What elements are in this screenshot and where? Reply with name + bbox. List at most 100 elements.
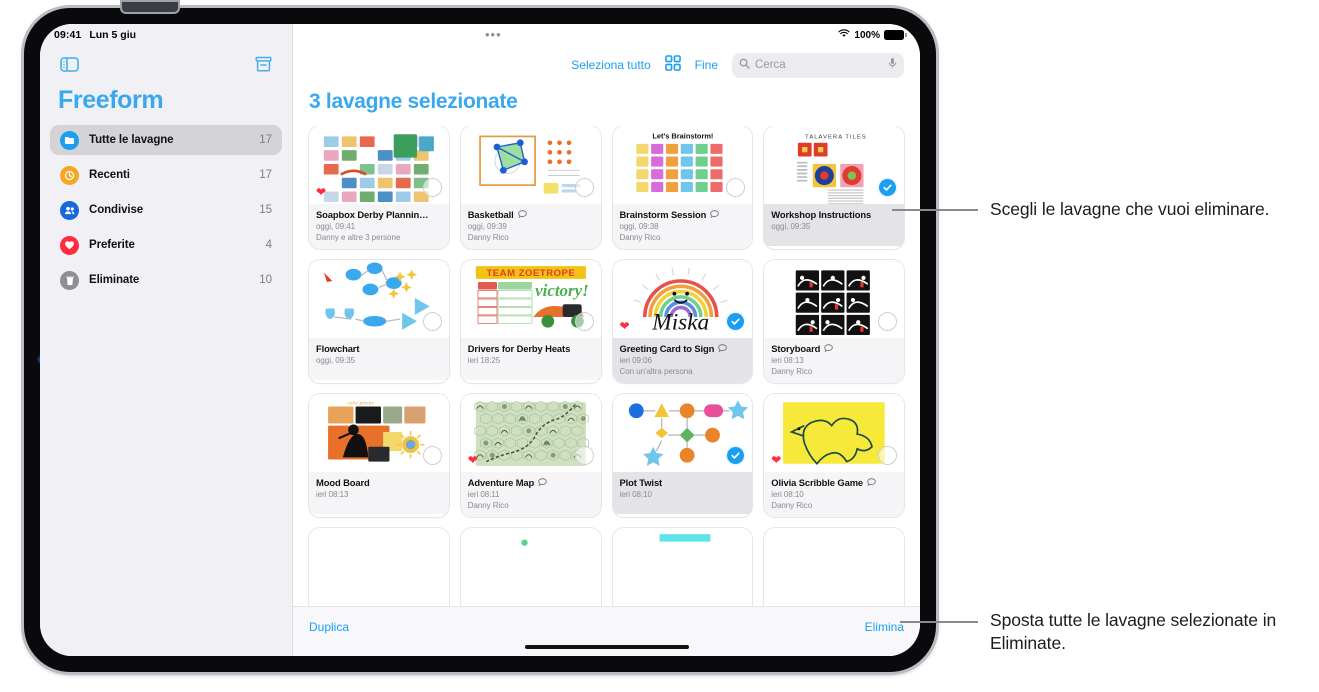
board-title-row: Soapbox Derby Plannin… [316,209,442,220]
board-title-row: Mood Board [316,477,442,488]
board-thumbnail[interactable] [764,260,904,338]
favorite-heart-icon: ❤ [771,453,782,467]
board-thumbnail[interactable]: ❤ [309,126,449,204]
grid-view-icon[interactable] [664,54,681,76]
sidebar-list: Tutte le lavagne 17 Recenti 17 Condivise… [40,125,292,295]
delete-button[interactable]: Elimina [865,620,904,634]
sidebar-item-recent[interactable]: Recenti 17 [50,160,282,190]
sidebar-toggle-icon[interactable] [58,54,80,74]
duplicate-button[interactable]: Duplica [309,620,349,634]
board-card[interactable]: Basketball oggi, 09:39 Danny Rico [460,126,601,249]
selection-circle-icon[interactable] [574,178,594,197]
board-thumbnail[interactable]: TEAM ZOETROPE victory! [460,260,601,338]
status-date: Lun 5 giu [89,29,137,41]
boards-scroll-area[interactable]: ❤ Soapbox Derby Plannin… oggi, 09:41 Dan… [293,126,920,656]
board-thumbnail[interactable]: Miska ❤ [612,260,753,338]
selection-circle-icon[interactable] [574,312,594,331]
board-card[interactable]: Plot Twist ieri 08:10 [612,394,753,517]
board-thumbnail[interactable] [460,126,601,204]
multitask-dots-icon[interactable]: ••• [485,28,502,41]
board-card[interactable]: Storyboard ieri 08:13 Danny Rico [764,260,904,383]
selection-circle-icon[interactable] [574,446,594,465]
search-field[interactable]: Cerca [732,52,904,78]
board-card[interactable]: TALAVERA TILES Workshop Instructions ogg… [764,126,904,249]
svg-text:victory!: victory! [535,281,589,300]
sidebar-item-label: Eliminate [89,274,140,286]
done-button[interactable]: Fine [695,58,718,72]
board-info: Plot Twist ieri 08:10 [612,472,753,514]
callout-top: Scegli le lavagne che vuoi eliminare. [990,199,1270,219]
comment-bubble-icon [824,343,833,354]
comment-bubble-icon [718,343,728,354]
board-thumbnail[interactable] [309,260,449,338]
sidebar-item-count: 15 [259,204,272,216]
board-info: Greeting Card to Sign ieri 09:06 Con un'… [612,338,753,383]
main-toolbar: Seleziona tutto Fine Cerca [293,46,920,84]
search-input[interactable]: Cerca [755,59,883,71]
board-thumbnail[interactable] [612,394,753,472]
sidebar: 09:41 Lun 5 giu Freeform Tutte le lavagn… [40,24,293,656]
board-date: oggi, 09:38 [619,222,659,231]
selection-circle-icon[interactable] [878,446,897,465]
selection-checkmark-icon[interactable] [878,178,897,197]
selection-circle-icon[interactable] [878,312,897,331]
trash-icon [60,270,79,290]
home-indicator[interactable] [524,645,689,649]
board-thumbnail[interactable]: ❤ [460,394,601,472]
board-date: ieri 08:10 [619,490,652,499]
sidebar-item-count: 4 [265,239,272,251]
app-title: Freeform [58,86,164,114]
selection-circle-icon[interactable] [422,178,442,197]
board-card[interactable]: color palette Mood Board ieri 08:13 [309,394,449,517]
board-title-row: Greeting Card to Sign [620,343,746,354]
board-thumbnail[interactable]: Let's Brainstorm! [612,126,753,204]
archive-box-icon[interactable] [252,54,274,74]
board-info: Storyboard ieri 08:13 Danny Rico [764,338,904,383]
svg-text:TALAVERA TILES: TALAVERA TILES [805,135,867,141]
board-card[interactable]: Let's Brainstorm! Brainstorm Session ogg… [612,126,753,249]
sidebar-item-deleted[interactable]: Eliminate 10 [50,265,282,295]
board-title-row: Plot Twist [620,477,746,488]
board-people: Danny Rico [467,501,509,510]
board-title: Mood Board [316,477,370,488]
board-date: ieri 08:13 [771,356,804,365]
board-info: Adventure Map ieri 08:11 Danny Rico [460,472,601,517]
sidebar-item-label: Recenti [89,169,130,181]
board-card[interactable]: Miska ❤ Greeting Card to Sign ieri 09:06… [612,260,753,383]
status-bar-left: 09:41 Lun 5 giu [40,24,292,46]
board-thumbnail[interactable] [612,528,753,606]
selection-circle-icon[interactable] [422,446,442,465]
board-card[interactable]: Flowchart oggi, 09:35 [309,260,449,383]
board-thumbnail[interactable] [309,528,449,606]
board-title: Soapbox Derby Plannin… [316,209,429,220]
sidebar-item-favorites[interactable]: Preferite 4 [50,230,282,260]
board-thumbnail[interactable]: TALAVERA TILES [764,126,904,204]
board-people: Danny Rico [467,233,509,242]
people-icon [60,200,79,220]
svg-text:color palette: color palette [347,400,374,406]
board-title-row: Workshop Instructions [771,209,897,220]
board-thumbnail[interactable] [764,528,904,606]
all-boards-icon [60,130,79,150]
callout-leader-line-bottom [900,621,978,623]
status-indicators: 100% [838,29,907,41]
board-thumbnail[interactable] [460,528,601,606]
board-thumbnail[interactable]: ❤ [764,394,904,472]
board-title: Plot Twist [619,477,663,488]
microphone-icon[interactable] [888,56,897,74]
board-info: Workshop Instructions oggi, 09:35 [764,204,904,246]
select-all-button[interactable]: Seleziona tutto [571,58,650,72]
sidebar-item-all-boards[interactable]: Tutte le lavagne 17 [50,125,282,155]
status-time: 09:41 [54,29,82,41]
board-card[interactable]: ❤ Olivia Scribble Game ieri 08:10 Danny … [764,394,904,517]
board-title: Brainstorm Session [619,209,707,220]
status-bar-right: ••• 100% [293,24,920,46]
board-info: Basketball oggi, 09:39 Danny Rico [460,204,601,249]
board-card[interactable]: ❤ Adventure Map ieri 08:11 Danny Rico [460,394,601,517]
sidebar-item-shared[interactable]: Condivise 15 [50,195,282,225]
selection-action-bar: Duplica Elimina [293,606,920,656]
board-card[interactable]: TEAM ZOETROPE victory! Drivers for Derby… [460,260,601,383]
selection-circle-icon[interactable] [422,312,442,331]
board-thumbnail[interactable]: color palette [309,394,449,472]
board-card[interactable]: ❤ Soapbox Derby Plannin… oggi, 09:41 Dan… [309,126,449,249]
